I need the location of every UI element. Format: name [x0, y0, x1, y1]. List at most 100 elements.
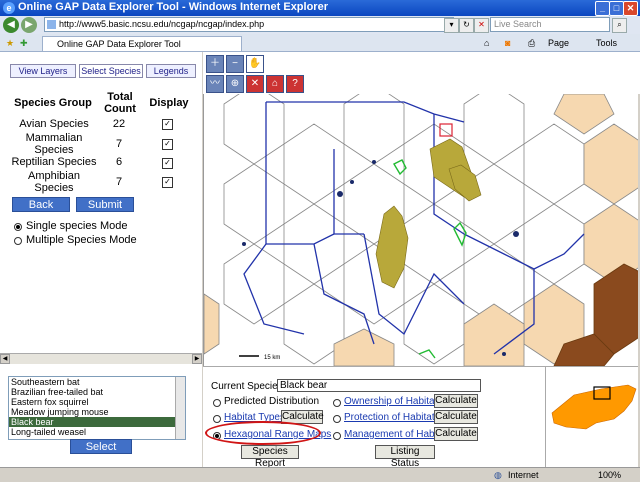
map-view[interactable]: 15 km	[203, 94, 638, 366]
locator-map[interactable]	[545, 366, 638, 467]
species-group-header: Species Group	[14, 97, 92, 109]
highlight-ellipse	[205, 421, 321, 445]
measure-icon[interactable]: 〰	[206, 75, 224, 93]
ownership-calculate-button[interactable]: Calculate	[434, 394, 478, 408]
tab-select-species[interactable]: Select Species	[79, 64, 143, 78]
page-menu[interactable]: Page	[548, 38, 569, 48]
protection-radio[interactable]	[333, 415, 341, 423]
refresh-icon[interactable]: ↻	[459, 18, 474, 33]
display-checkbox-mammalian[interactable]: ✓	[162, 139, 173, 150]
address-url: http://www5.basic.ncsu.edu/ncgap/ncgap/i…	[59, 19, 265, 29]
species-list-item[interactable]: Eastern fox squirrel	[9, 397, 185, 407]
multiple-mode-radio[interactable]	[14, 237, 22, 245]
feeds-icon[interactable]: ◙	[505, 38, 510, 48]
count-reptilian: 6	[115, 156, 123, 168]
listing-status-button[interactable]: Listing Status	[375, 445, 435, 469]
species-report-button[interactable]: Species Report	[241, 445, 299, 469]
favorites-star-icon[interactable]: ★	[6, 38, 14, 49]
home-icon[interactable]: ⌂	[484, 38, 489, 48]
group-amphibian: Amphibian Species	[28, 170, 80, 194]
address-dropdown-icon[interactable]: ▾	[444, 18, 459, 33]
pan-hand-icon[interactable]: ✋	[246, 55, 264, 73]
display-checkbox-reptilian[interactable]: ✓	[162, 158, 173, 169]
forward-arrow-icon[interactable]: ▶	[21, 17, 37, 33]
stop-icon[interactable]: ✕	[474, 18, 489, 33]
display-checkbox-amphibian[interactable]: ✓	[162, 177, 173, 188]
scroll-right-icon[interactable]: ▶	[192, 354, 202, 364]
predicted-radio[interactable]	[213, 399, 221, 407]
multiple-mode-label: Multiple Species Mode	[26, 234, 137, 246]
window-title-bar: e Online GAP Data Explorer Tool - Window…	[0, 0, 640, 16]
protection-calculate-button[interactable]: Calculate	[434, 410, 478, 424]
locator-canvas	[551, 384, 637, 430]
species-list-scrollbar[interactable]	[175, 377, 185, 439]
species-list-item[interactable]: Black bear	[9, 417, 185, 427]
browser-tab[interactable]: Online GAP Data Explorer Tool	[42, 36, 242, 51]
globe-icon: ◍	[494, 470, 502, 480]
search-input[interactable]: Live Search	[490, 17, 610, 32]
select-button[interactable]: Select	[70, 439, 132, 454]
species-list-item[interactable]: Southeastern bat	[9, 377, 185, 387]
zoom-out-icon[interactable]: −	[226, 55, 244, 73]
tab-legends[interactable]: Legends	[146, 64, 196, 78]
display-checkbox-avian[interactable]: ✓	[162, 119, 173, 130]
display-header: Display	[149, 97, 189, 109]
group-avian: Avian Species	[19, 118, 89, 130]
total-count-header: Total Count	[104, 91, 136, 115]
analysis-panel: Current Species: Black bear Predicted Di…	[203, 366, 545, 469]
zoom-level[interactable]: 100%	[598, 470, 621, 480]
single-mode-label: Single species Mode	[26, 220, 128, 232]
ownership-of-habitat-link[interactable]: Ownership of Habitat	[344, 396, 437, 407]
back-arrow-icon[interactable]: ◀	[3, 17, 19, 33]
maximize-icon[interactable]: □	[609, 1, 624, 16]
ownership-radio[interactable]	[333, 399, 341, 407]
protection-of-habitat-link[interactable]: Protection of Habitat	[344, 412, 435, 423]
add-favorite-icon[interactable]: ✚	[20, 38, 28, 49]
status-bar: ◍ Internet 100%	[0, 467, 640, 482]
map-toolbar: ＋ − ✋ 〰 ⊕ ✕ ⌂ ?	[203, 52, 640, 94]
count-avian: 22	[112, 118, 126, 130]
species-list[interactable]: Southeastern bat Brazilian free-tailed ba…	[8, 376, 186, 440]
species-list-item[interactable]: Long-tailed weasel	[9, 427, 185, 437]
back-button[interactable]: Back	[12, 197, 70, 212]
tab-title: Online GAP Data Explorer Tool	[57, 39, 181, 49]
zone-label: Internet	[508, 470, 539, 480]
current-species-field[interactable]: Black bear	[277, 379, 481, 392]
habitat-types-radio[interactable]	[213, 415, 221, 423]
species-list-item[interactable]: Brazilian free-tailed bat	[9, 387, 185, 397]
management-radio[interactable]	[333, 432, 341, 440]
zoom-extent-icon[interactable]: ⊕	[226, 75, 244, 93]
submit-button[interactable]: Submit	[76, 197, 134, 212]
close-icon[interactable]: ✕	[623, 1, 638, 16]
count-amphibian: 7	[115, 176, 123, 188]
predicted-distribution-label: Predicted Distribution	[224, 396, 320, 407]
tab-view-layers[interactable]: View Layers	[10, 64, 76, 78]
species-list-item[interactable]: Meadow jumping mouse	[9, 407, 185, 417]
window-title: Online GAP Data Explorer Tool - Windows …	[18, 1, 328, 13]
ie-logo-icon: e	[3, 2, 15, 14]
management-of-habitat-link[interactable]: Management of Habitat	[344, 429, 448, 440]
map-scale-label: 15 km	[264, 355, 280, 361]
address-bar[interactable]: http://www5.basic.ncsu.edu/ncgap/ncgap/i…	[44, 17, 454, 32]
search-icon[interactable]: ⌕	[612, 18, 627, 33]
scroll-left-icon[interactable]: ◀	[0, 354, 10, 364]
group-reptilian: Reptilian Species	[11, 156, 97, 168]
clear-icon[interactable]: ✕	[246, 75, 264, 93]
map-canvas[interactable]: 15 km	[204, 94, 638, 366]
single-mode-radio[interactable]	[14, 223, 22, 231]
address-toolbar: ◀ ▶ http://www5.basic.ncsu.edu/ncgap/ncg…	[0, 16, 640, 34]
help-icon[interactable]: ?	[286, 75, 304, 93]
tools-menu[interactable]: Tools	[596, 38, 617, 48]
minimize-icon[interactable]: _	[595, 1, 610, 16]
management-calculate-button[interactable]: Calculate	[434, 427, 478, 441]
print-icon[interactable]: ⎙	[528, 38, 535, 49]
tab-toolbar: ★ ✚ Online GAP Data Explorer Tool ⌂ ◙ ⎙ …	[0, 34, 640, 52]
left-panel: View Layers Select Species Legends Speci…	[0, 52, 202, 467]
page-icon	[47, 20, 56, 29]
group-mammalian: Mammalian Species	[25, 132, 83, 156]
zoom-in-icon[interactable]: ＋	[206, 55, 224, 73]
count-mammalian: 7	[115, 138, 123, 150]
home-extent-icon[interactable]: ⌂	[266, 75, 284, 93]
left-horizontal-scrollbar[interactable]: ◀ ▶	[0, 353, 202, 364]
current-species-label: Current Species:	[211, 381, 286, 392]
